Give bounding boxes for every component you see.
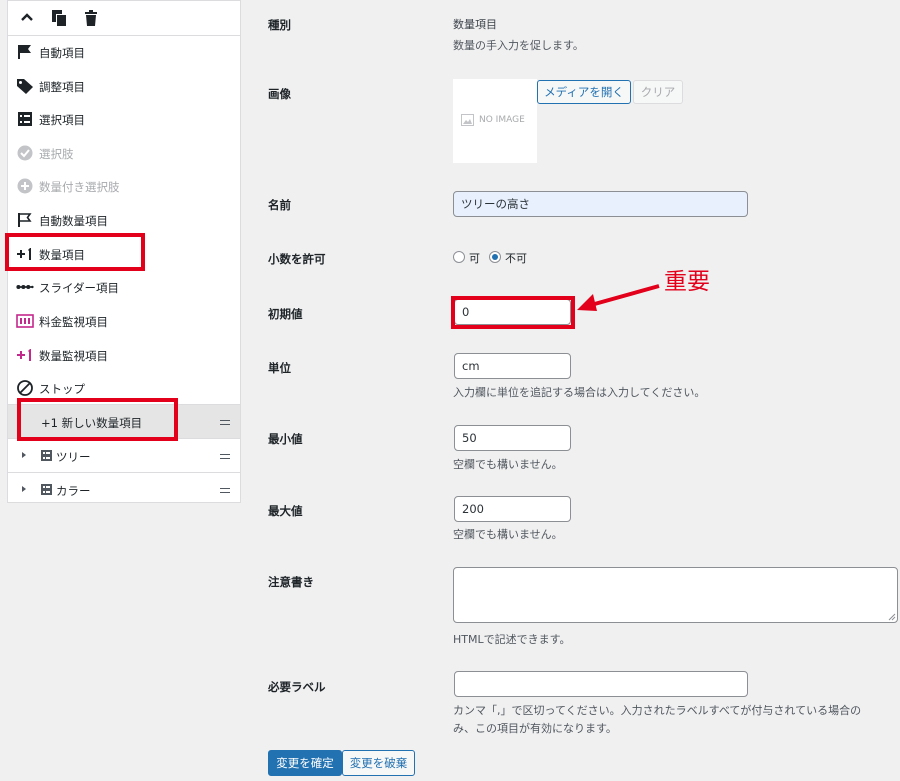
max-label: 最大値 [268,504,303,518]
counter-icon [16,313,34,329]
sidebar-item-qty-choice[interactable]: 数量付き選択肢 [8,169,240,203]
sidebar-item-price-watch[interactable]: 料金監視項目 [8,304,240,338]
resize-grip-icon[interactable] [888,613,896,621]
trash-icon[interactable] [82,9,100,27]
drag-handle-icon[interactable] [220,454,230,459]
max-help: 空欄でも構いません。 [453,528,563,541]
open-media-button[interactable]: メディアを開く [537,80,631,104]
sidebar-item-select[interactable]: 選択項目 [8,102,240,136]
stop-icon [16,380,34,396]
min-label: 最小値 [268,432,303,446]
name-input[interactable]: ツリーの高さ [453,191,748,217]
sidebar-item-label: 自動項目 [39,46,85,60]
no-image-text: NO IMAGE [479,115,525,125]
unit-label: 単位 [268,361,291,375]
decimal-yes-label: 可 [469,252,480,265]
sidebar-item-label: 数量付き選択肢 [39,180,120,194]
sidebar-item-label: 料金監視項目 [39,315,108,329]
sidebar-item-auto-qty[interactable]: 自動数量項目 [8,203,240,237]
sidebar-subitem-tree[interactable]: ツリー [8,438,240,472]
annotation-important: 重要 [664,269,710,295]
sidebar-item-auto[interactable]: 自動項目 [8,35,240,69]
required-label-input[interactable] [454,671,748,697]
chevron-up-icon[interactable] [18,9,36,27]
discard-changes-button[interactable]: 変更を破棄 [342,750,415,776]
min-help: 空欄でも構いません。 [453,458,563,471]
required-label-label: 必要ラベル [268,680,326,694]
radio-selected-dot [492,254,498,260]
sidebar-subitem-label: カラー [56,484,91,498]
plus-circle-icon [16,178,34,194]
sidebar-item-choice[interactable]: 選択肢 [8,136,240,170]
sidebar-item-qty-watch[interactable]: 数量監視項目 [8,338,240,372]
sidebar-item-label: 調整項目 [39,80,85,94]
type-label: 種別 [268,18,291,32]
image-preview[interactable]: NO IMAGE [453,79,537,163]
required-label-help-1: カンマ「,」で区切ってください。入力されたラベルすべてが付与されている場合の [453,704,862,717]
decimal-no-radio[interactable] [489,251,501,263]
type-value: 数量項目 [453,18,497,31]
initial-value-label: 初期値 [268,307,303,321]
min-input[interactable]: 50 [454,425,571,451]
decimal-yes-radio[interactable] [453,251,465,263]
drag-handle-icon[interactable] [220,420,230,425]
max-input[interactable]: 200 [454,496,571,522]
copy-icon[interactable] [50,9,68,27]
sidebar-toolbar [8,1,240,36]
required-label-help-2: み、この項目が有効になります。 [453,722,617,735]
highlight-box-new-qty [17,398,178,441]
clear-image-button[interactable]: クリア [633,80,683,104]
sidebar-item-label: 自動数量項目 [39,214,108,228]
note-textarea[interactable] [453,567,898,623]
decimal-label: 小数を許可 [268,252,326,266]
check-circle-icon [16,145,34,161]
image-label: 画像 [268,87,291,101]
highlight-box-initial-value [451,296,575,329]
slider-dots-icon [16,279,34,295]
sidebar-item-label: 選択項目 [39,113,85,127]
list-icon [41,484,52,495]
sidebar-item-slider[interactable]: スライダー項目 [8,270,240,304]
image-icon [461,114,474,126]
flag-icon [16,44,34,60]
unit-help: 入力欄に単位を追記する場合は入力してください。 [453,386,706,399]
caret-right-icon[interactable] [22,486,26,492]
sidebar-subitem-label: ツリー [56,450,91,464]
confirm-changes-button[interactable]: 変更を確定 [268,750,342,776]
unit-input[interactable]: cm [454,353,571,379]
caret-right-icon[interactable] [22,452,26,458]
annotation-arrow-icon [577,284,660,311]
list-icon [41,450,52,461]
decimal-no-label: 不可 [505,252,527,265]
name-label: 名前 [268,198,291,212]
outline-flag-icon [16,212,34,228]
note-label: 注意書き [268,575,314,589]
sidebar-item-label: 選択肢 [39,147,74,161]
highlight-box-qty [5,233,145,271]
sidebar-item-adjust[interactable]: 調整項目 [8,69,240,103]
tag-icon [16,78,34,94]
plus-one-pink-icon [16,347,34,363]
note-help: HTMLで記述できます。 [453,633,571,646]
drag-handle-icon[interactable] [220,488,230,493]
sidebar-item-label: 数量監視項目 [39,349,108,363]
sidebar-item-label: スライダー項目 [39,281,120,295]
type-description: 数量の手入力を促します。 [453,39,584,52]
sidebar-subitem-color[interactable]: カラー [8,472,240,506]
sidebar-item-label: ストップ [39,382,85,396]
list-icon [16,111,34,127]
